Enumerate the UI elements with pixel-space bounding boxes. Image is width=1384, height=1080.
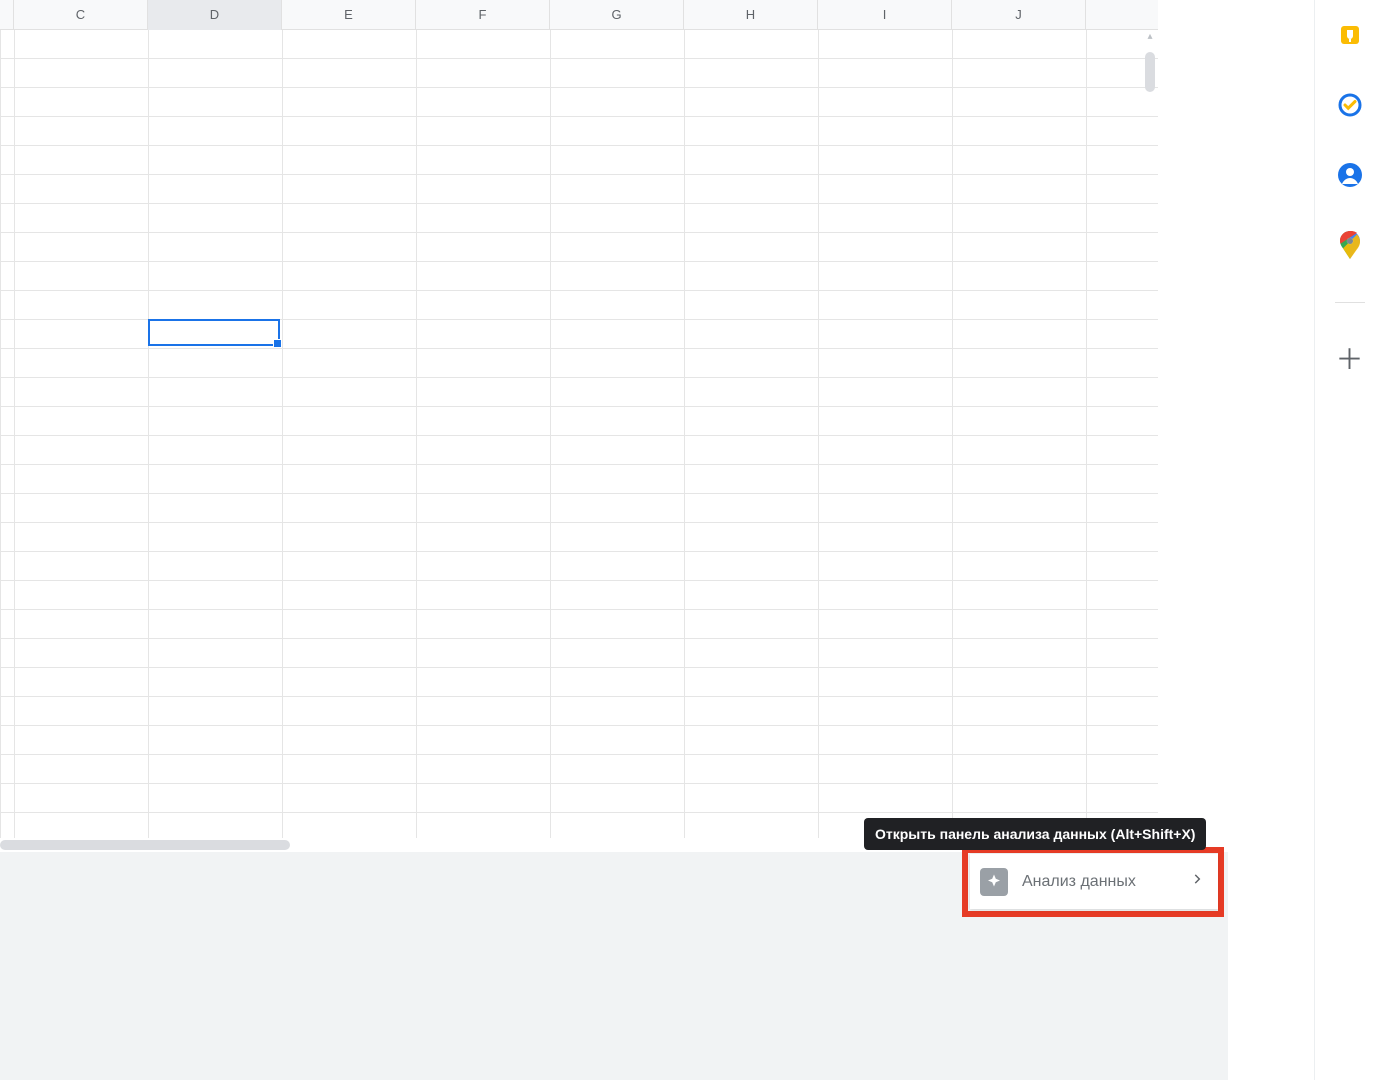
grid-row[interactable] <box>0 552 1158 581</box>
grid-row[interactable] <box>0 204 1158 233</box>
grid-body[interactable] <box>0 30 1158 838</box>
column-header-stub <box>0 0 14 30</box>
grid-row[interactable] <box>0 755 1158 784</box>
column-header-H[interactable]: H <box>684 0 818 30</box>
chevron-right-icon <box>1190 872 1204 891</box>
grid-row[interactable] <box>0 726 1158 755</box>
grid-row[interactable] <box>0 233 1158 262</box>
column-header-F[interactable]: F <box>416 0 550 30</box>
column-header-J[interactable]: J <box>952 0 1086 30</box>
column-header-D[interactable]: D <box>148 0 282 30</box>
grid-row[interactable] <box>0 639 1158 668</box>
grid-column-divider <box>818 30 819 838</box>
grid-row[interactable] <box>0 436 1158 465</box>
column-header-C[interactable]: C <box>14 0 148 30</box>
grid-column-divider <box>550 30 551 838</box>
side-panel-separator <box>1335 302 1365 303</box>
grid-row[interactable] <box>0 494 1158 523</box>
tooltip-text: Открыть панель анализа данных (Alt+Shift… <box>875 826 1195 842</box>
scroll-up-arrow-icon[interactable]: ▴ <box>1145 32 1155 42</box>
spreadsheet-grid[interactable]: CDEFGHIJ ▴ ▾ <box>0 0 1158 838</box>
column-header-G[interactable]: G <box>550 0 684 30</box>
grid-row[interactable] <box>0 146 1158 175</box>
grid-row[interactable] <box>0 581 1158 610</box>
grid-row[interactable] <box>0 291 1158 320</box>
column-header-E[interactable]: E <box>282 0 416 30</box>
contacts-icon[interactable] <box>1337 162 1363 188</box>
plus-icon: ＋ <box>1336 346 1364 374</box>
explore-tooltip: Открыть панель анализа данных (Alt+Shift… <box>864 818 1206 850</box>
grid-row[interactable] <box>0 117 1158 146</box>
add-addon-button[interactable]: ＋ <box>1337 347 1363 373</box>
keep-icon[interactable] <box>1337 22 1363 48</box>
explore-button[interactable]: Анализ данных <box>970 854 1218 909</box>
grid-row[interactable] <box>0 523 1158 552</box>
tasks-icon[interactable] <box>1337 92 1363 118</box>
explore-label: Анализ данных <box>1022 873 1190 891</box>
grid-row[interactable] <box>0 697 1158 726</box>
grid-row[interactable] <box>0 784 1158 813</box>
grid-row[interactable] <box>0 407 1158 436</box>
grid-row[interactable] <box>0 59 1158 88</box>
column-header-I[interactable]: I <box>818 0 952 30</box>
grid-row[interactable] <box>0 378 1158 407</box>
explore-sparkle-icon <box>980 868 1008 896</box>
vertical-scrollbar[interactable]: ▴ ▾ <box>1143 30 1157 838</box>
grid-row[interactable] <box>0 610 1158 639</box>
grid-row[interactable] <box>0 88 1158 117</box>
grid-column-divider <box>148 30 149 838</box>
side-panel: ＋ <box>1314 0 1384 1080</box>
grid-column-divider <box>282 30 283 838</box>
grid-column-divider <box>0 30 1 838</box>
grid-row[interactable] <box>0 349 1158 378</box>
grid-column-divider <box>14 30 15 838</box>
vertical-scroll-thumb[interactable] <box>1145 52 1155 92</box>
grid-row[interactable] <box>0 320 1158 349</box>
grid-row[interactable] <box>0 175 1158 204</box>
grid-row[interactable] <box>0 668 1158 697</box>
grid-column-divider <box>416 30 417 838</box>
grid-column-divider <box>684 30 685 838</box>
grid-row[interactable] <box>0 30 1158 59</box>
grid-column-divider <box>1086 30 1087 838</box>
horizontal-scroll-thumb[interactable] <box>0 840 290 850</box>
grid-row[interactable] <box>0 262 1158 291</box>
column-headers: CDEFGHIJ <box>0 0 1158 30</box>
grid-column-divider <box>952 30 953 838</box>
maps-icon[interactable] <box>1337 232 1363 258</box>
grid-row[interactable] <box>0 465 1158 494</box>
